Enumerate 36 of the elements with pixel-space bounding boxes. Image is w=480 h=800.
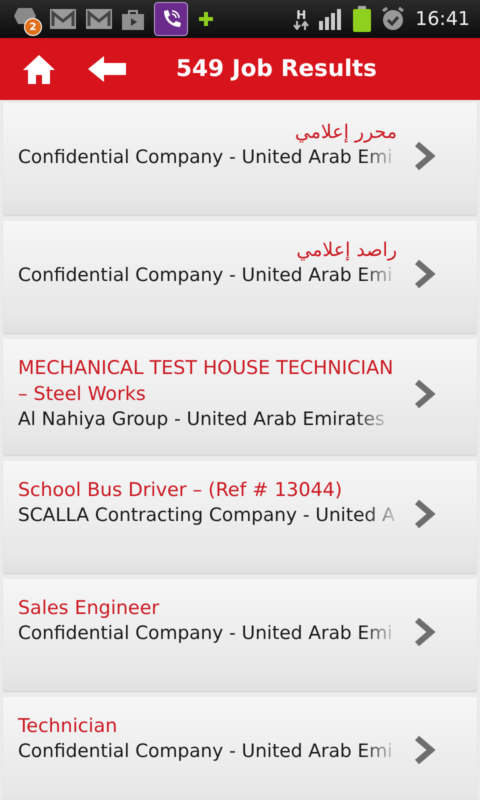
screen-title: 549 Job Results	[176, 56, 377, 82]
alarm-clock-icon	[381, 6, 406, 32]
company-location: Confidential Company - United Arab Emi	[18, 264, 392, 288]
chevron-right-icon	[413, 379, 437, 409]
notification-badge: 2	[24, 18, 42, 36]
job-card[interactable]: Technician Confidential Company - United Arab Emi	[3, 697, 477, 800]
network-indicator: H	[293, 8, 310, 30]
chevron-right-icon	[413, 259, 437, 289]
chevron-right-icon	[413, 735, 437, 765]
company-location: Confidential Company - United Arab Emi	[18, 622, 392, 646]
company-location: Confidential Company - United Arab Emi	[18, 146, 392, 170]
clock-time: 16:41	[415, 8, 470, 30]
job-title: Sales Engineer	[18, 596, 160, 621]
signal-icon	[319, 8, 344, 30]
job-title: محرر إعلامي	[294, 120, 397, 145]
company-location: Al Nahiya Group - United Arab Emirates	[18, 408, 385, 432]
job-title: MECHANICAL TEST HOUSE TECHNICIAN – Steel Works	[18, 356, 394, 407]
job-card[interactable]: School Bus Driver – (Ref # 13044) SCALLA Contracting Company - United A	[3, 461, 477, 573]
chevron-right-icon	[413, 617, 437, 647]
shopping-bag-icon	[122, 8, 144, 30]
job-title: Technician	[18, 714, 118, 739]
phone-app-icon	[154, 2, 188, 36]
job-card[interactable]: Sales Engineer Confidential Company - United Arab Emi	[3, 579, 477, 691]
chevron-right-icon	[413, 141, 437, 171]
plus-icon	[198, 11, 214, 27]
back-arrow-icon[interactable]	[88, 56, 126, 82]
job-title: School Bus Driver – (Ref # 13044)	[18, 478, 344, 503]
battery-icon	[353, 6, 372, 32]
company-location: Confidential Company - United Arab Emi	[18, 740, 392, 764]
mail-icon	[86, 9, 112, 29]
chevron-right-icon	[413, 499, 437, 529]
job-title: راصد إعلامي	[295, 238, 397, 263]
mail-icon	[50, 9, 76, 29]
company-location: SCALLA Contracting Company - United A	[18, 504, 395, 528]
home-icon[interactable]	[22, 54, 56, 84]
job-card[interactable]: MECHANICAL TEST HOUSE TECHNICIAN – Steel Works Al Nahiya Group - United Arab Emirates	[3, 339, 477, 455]
